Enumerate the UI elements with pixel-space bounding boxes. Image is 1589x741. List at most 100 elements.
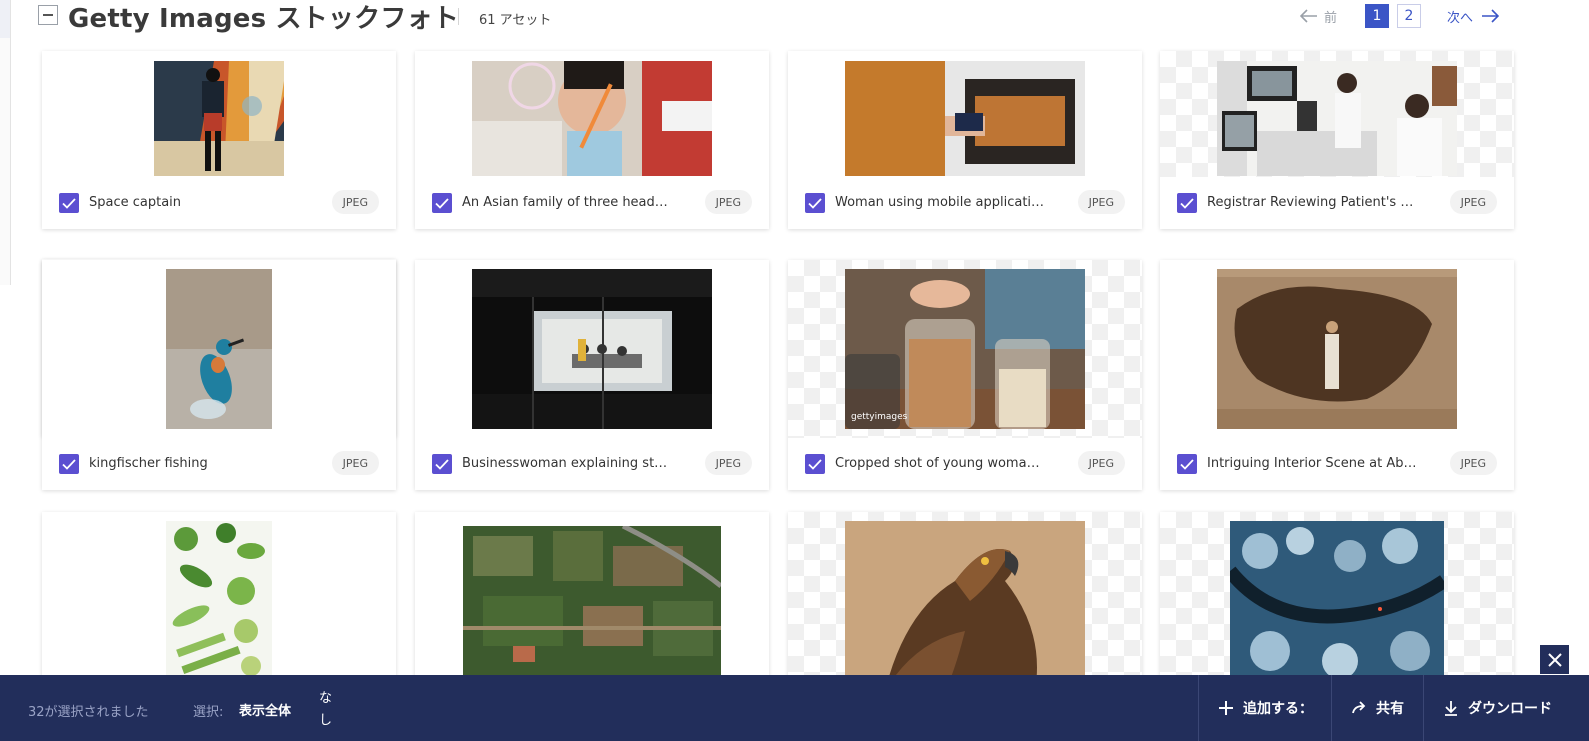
asset-thumbnail-area[interactable]: gettyimages xyxy=(788,260,1142,438)
businesswoman-thumbnail xyxy=(472,269,712,429)
select-checkbox[interactable] xyxy=(59,193,79,213)
eagle-thumbnail xyxy=(845,521,1085,691)
next-page-button[interactable]: 次へ xyxy=(1447,7,1500,26)
asset-card-footer: Woman using mobile application to... JPE… xyxy=(788,184,1142,224)
collection-header: Getty Images ストックフォト 61 アセット 前 1 2 次へ xyxy=(0,0,1589,34)
vegetables-thumbnail xyxy=(166,521,272,691)
registrar-lab-thumbnail xyxy=(1217,61,1457,176)
page-button-1[interactable]: 1 xyxy=(1365,4,1390,28)
close-icon xyxy=(1547,652,1562,667)
checkmark-icon xyxy=(808,458,822,470)
pagination: 前 1 2 次へ xyxy=(1300,4,1500,28)
asset-thumbnail-area[interactable] xyxy=(788,51,1142,177)
left-panel-edge xyxy=(0,0,11,285)
asset-card[interactable]: Registrar Reviewing Patient's Test R... … xyxy=(1160,51,1514,229)
share-arrow-icon xyxy=(1352,701,1366,714)
add-to-button[interactable]: 追加する： xyxy=(1198,675,1331,741)
share-button[interactable]: 共有 xyxy=(1331,675,1423,741)
selection-action-bar: 32が選択されました 選択: 表示全体 なし 追加する： 共有 ダウンロード xyxy=(0,675,1589,741)
asset-name[interactable]: Businesswoman explaining strategi... xyxy=(462,456,672,471)
asset-card[interactable]: kingfischer fishing JPEG xyxy=(42,260,396,490)
file-format-badge: JPEG xyxy=(704,190,752,214)
page-button-2[interactable]: 2 xyxy=(1397,4,1422,28)
close-selection-bar-button[interactable] xyxy=(1540,645,1569,674)
asset-thumbnail-area[interactable] xyxy=(1160,260,1514,438)
select-checkbox[interactable] xyxy=(805,454,825,474)
jars-thumbnail xyxy=(845,269,1085,429)
file-format-badge: JPEG xyxy=(1449,451,1497,475)
asset-thumbnail-area[interactable] xyxy=(415,260,769,438)
woman-oven-thumbnail xyxy=(845,61,1085,176)
download-icon xyxy=(1445,701,1457,716)
asset-name[interactable]: Intriguing Interior Scene at Abu Si... xyxy=(1207,456,1417,471)
asset-thumbnail-area[interactable] xyxy=(1160,51,1514,177)
checkmark-icon xyxy=(62,458,76,470)
checkmark-icon xyxy=(808,197,822,209)
file-format-badge: JPEG xyxy=(331,190,379,214)
asset-card-footer: Registrar Reviewing Patient's Test R... … xyxy=(1160,184,1514,224)
asset-card-footer: An Asian family of three heads to the...… xyxy=(415,184,769,224)
file-format-badge: JPEG xyxy=(704,451,752,475)
checkmark-icon xyxy=(435,458,449,470)
asset-card[interactable]: Businesswoman explaining strategi... JPE… xyxy=(415,260,769,490)
asset-name[interactable]: Woman using mobile application to... xyxy=(835,195,1045,210)
select-checkbox[interactable] xyxy=(1177,454,1197,474)
abu-simbel-thumbnail xyxy=(1217,269,1457,429)
share-label: 共有 xyxy=(1376,701,1404,717)
select-checkbox[interactable] xyxy=(805,193,825,213)
asset-card[interactable]: gettyimages Cropped shot of young woman … xyxy=(788,260,1142,490)
select-none-button[interactable]: なし xyxy=(319,688,333,732)
checkmark-icon xyxy=(1180,458,1194,470)
arrow-left-icon xyxy=(1300,9,1317,23)
asset-name[interactable]: An Asian family of three heads to the... xyxy=(462,195,672,210)
collection-title: Getty Images ストックフォト xyxy=(68,4,459,34)
minus-icon xyxy=(43,14,53,16)
select-checkbox[interactable] xyxy=(432,193,452,213)
asset-card-footer: kingfischer fishing JPEG xyxy=(42,445,396,485)
asset-card-footer: Cropped shot of young woman putt... JPEG xyxy=(788,445,1142,485)
arrow-right-icon xyxy=(1482,9,1500,23)
asset-card-footer: Businesswoman explaining strategi... JPE… xyxy=(415,445,769,485)
checkmark-icon xyxy=(435,197,449,209)
watermark-text: gettyimages xyxy=(851,412,908,422)
file-format-badge: JPEG xyxy=(1077,190,1125,214)
asset-thumbnail-area[interactable] xyxy=(42,260,396,438)
asset-card-footer: Intriguing Interior Scene at Abu Si... J… xyxy=(1160,445,1514,485)
space-captain-thumbnail xyxy=(154,61,284,176)
select-all-button[interactable]: 表示全体 xyxy=(239,700,291,719)
family-bubbles-thumbnail xyxy=(472,61,712,176)
asset-card[interactable]: Intriguing Interior Scene at Abu Si... J… xyxy=(1160,260,1514,490)
selected-count: 32が選択されました xyxy=(28,705,149,720)
add-to-label: 追加する： xyxy=(1243,701,1313,717)
asset-name[interactable]: kingfischer fishing xyxy=(89,456,299,471)
previous-page-label: 前 xyxy=(1324,10,1338,26)
asset-card-footer: Space captain JPEG xyxy=(42,184,396,224)
kingfisher-thumbnail xyxy=(166,269,272,429)
download-label: ダウンロード xyxy=(1468,701,1552,717)
asset-name[interactable]: Registrar Reviewing Patient's Test R... xyxy=(1207,195,1417,210)
asset-card[interactable]: Woman using mobile application to... JPE… xyxy=(788,51,1142,229)
previous-page-button[interactable]: 前 xyxy=(1300,7,1337,26)
collapse-section-button[interactable] xyxy=(38,5,58,25)
asset-thumbnail-area[interactable] xyxy=(415,51,769,177)
checkmark-icon xyxy=(62,197,76,209)
asset-thumbnail-area[interactable] xyxy=(42,51,396,177)
title-divider xyxy=(458,8,459,25)
aerial-gardens-thumbnail xyxy=(463,526,721,686)
file-format-badge: JPEG xyxy=(1077,451,1125,475)
plus-icon xyxy=(1219,701,1233,715)
download-button[interactable]: ダウンロード xyxy=(1423,675,1589,741)
select-checkbox[interactable] xyxy=(59,454,79,474)
select-checkbox[interactable] xyxy=(1177,193,1197,213)
checkmark-icon xyxy=(1180,197,1194,209)
asset-collection-page: Getty Images ストックフォト 61 アセット 前 1 2 次へ Sp… xyxy=(0,0,1589,741)
file-format-badge: JPEG xyxy=(1449,190,1497,214)
asset-card[interactable]: Space captain JPEG xyxy=(42,51,396,229)
asset-count: 61 アセット xyxy=(479,13,552,28)
next-page-label: 次へ xyxy=(1447,10,1474,26)
select-checkbox[interactable] xyxy=(432,454,452,474)
asset-name[interactable]: Cropped shot of young woman putt... xyxy=(835,456,1045,471)
select-label: 選択: xyxy=(193,705,224,720)
asset-name[interactable]: Space captain xyxy=(89,195,299,210)
asset-card[interactable]: An Asian family of three heads to the...… xyxy=(415,51,769,229)
